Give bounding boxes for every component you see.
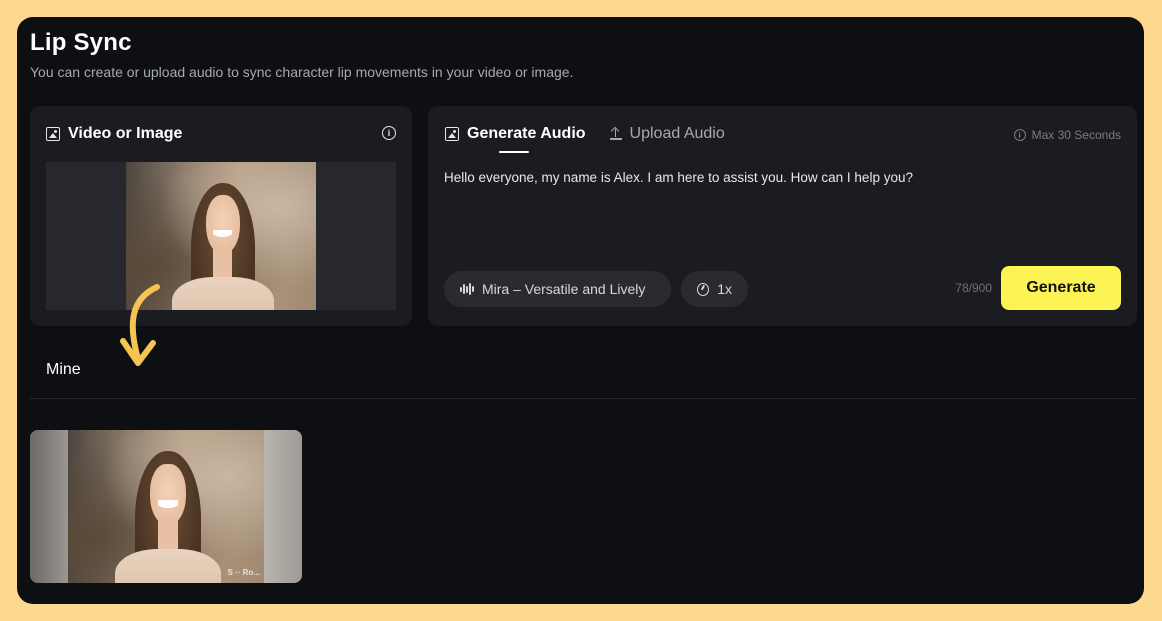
upload-icon <box>609 128 622 140</box>
max-note-text: Max 30 Seconds <box>1031 128 1121 142</box>
media-panel-title: Video or Image <box>68 125 183 142</box>
voice-select[interactable]: Mira – Versatile and Lively <box>444 271 671 307</box>
image-icon <box>445 127 459 141</box>
audio-panel: Generate Audio Upload Audio i Max 30 Sec… <box>428 106 1137 326</box>
result-thumbnail[interactable]: S ·· Ro... <box>30 430 302 583</box>
result-image <box>68 430 264 583</box>
media-panel: Video or Image i <box>30 106 412 326</box>
image-icon <box>46 127 60 141</box>
tab-label: Generate Audio <box>467 125 586 142</box>
character-count: 78/900 <box>955 281 992 295</box>
media-preview[interactable] <box>46 162 396 310</box>
divider <box>30 398 1137 399</box>
section-title-mine: Mine <box>46 361 81 378</box>
watermark: S ·· Ro... <box>227 568 260 577</box>
tab-upload-audio[interactable]: Upload Audio <box>609 125 725 143</box>
page-title: Lip Sync <box>30 29 132 56</box>
page-subtitle: You can create or upload audio to sync c… <box>30 64 574 80</box>
duration-limit-note: i Max 30 Seconds <box>1013 128 1121 142</box>
app-window: Lip Sync You can create or upload audio … <box>17 17 1144 604</box>
curved-arrow-icon <box>120 284 160 366</box>
tab-label: Upload Audio <box>629 125 725 142</box>
waveform-icon <box>460 283 474 295</box>
speedometer-icon <box>697 282 710 296</box>
media-panel-header: Video or Image <box>46 125 182 143</box>
generate-button[interactable]: Generate <box>1001 266 1121 310</box>
speed-select[interactable]: 1x <box>681 271 748 307</box>
info-icon[interactable]: i <box>382 126 396 140</box>
audio-tabs: Generate Audio Upload Audio <box>445 125 725 153</box>
script-textarea[interactable]: Hello everyone, my name is Alex. I am he… <box>444 169 1114 188</box>
voice-label: Mira – Versatile and Lively <box>481 281 646 297</box>
speed-label: 1x <box>717 281 732 297</box>
info-icon: i <box>1013 129 1026 141</box>
tab-generate-audio[interactable]: Generate Audio <box>445 125 586 153</box>
